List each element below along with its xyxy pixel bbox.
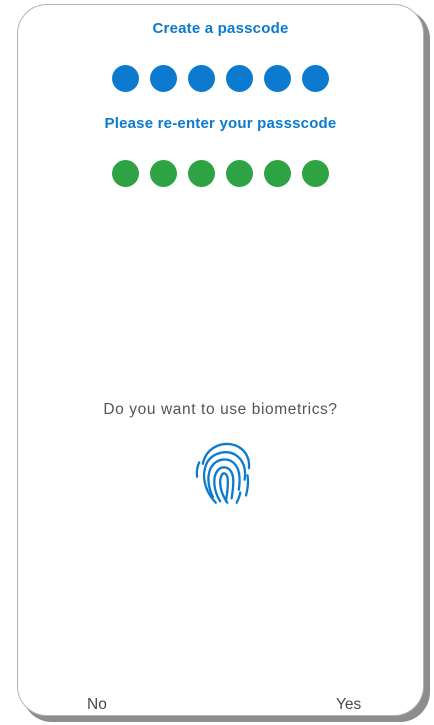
- passcode-dot: [188, 65, 215, 92]
- confirm-passcode-dot: [226, 160, 253, 187]
- passcode-dot: [226, 65, 253, 92]
- passcode-dot: [302, 65, 329, 92]
- confirm-passcode-dots: [18, 160, 423, 187]
- passcode-dot: [150, 65, 177, 92]
- biometrics-question: Do you want to use biometrics?: [103, 401, 338, 418]
- reenter-passcode-title: Please re-enter your passscode: [104, 115, 337, 132]
- passcode-dot: [264, 65, 291, 92]
- create-passcode-title: Create a passcode: [152, 20, 289, 37]
- confirm-passcode-dot: [112, 160, 139, 187]
- yes-button[interactable]: Yes: [336, 696, 361, 714]
- passcode-dot: [112, 65, 139, 92]
- phone-screen: Create a passcode Please re-enter your p…: [17, 4, 424, 716]
- fingerprint-icon[interactable]: [187, 435, 259, 507]
- confirm-passcode-dot: [188, 160, 215, 187]
- no-button[interactable]: No: [87, 696, 107, 714]
- confirm-passcode-dot: [264, 160, 291, 187]
- confirm-passcode-dot: [302, 160, 329, 187]
- create-passcode-dots: [18, 65, 423, 92]
- confirm-passcode-dot: [150, 160, 177, 187]
